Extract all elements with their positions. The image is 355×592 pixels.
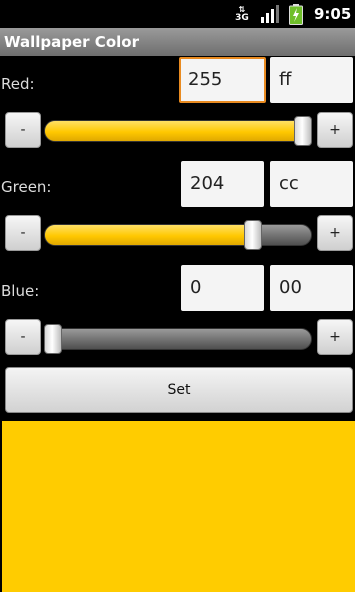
green-slider-thumb[interactable]: [244, 220, 262, 250]
blue-slider[interactable]: [44, 328, 312, 350]
red-slider[interactable]: [44, 120, 312, 142]
red-label: Red:: [1, 75, 35, 93]
green-minus-button[interactable]: -: [5, 215, 41, 251]
blue-decimal-field[interactable]: 0: [181, 265, 264, 311]
status-bar: ⇅ 3G 9:05: [0, 0, 355, 28]
color-preview: [2, 421, 355, 592]
blue-plus-button[interactable]: +: [317, 319, 353, 355]
network-3g-icon: ⇅ 3G: [235, 5, 249, 23]
red-minus-button[interactable]: -: [5, 112, 41, 148]
battery-charging-icon: [289, 4, 303, 25]
blue-hex-field[interactable]: 00: [270, 265, 353, 311]
blue-slider-thumb[interactable]: [44, 324, 62, 354]
title-bar: Wallpaper Color: [0, 28, 355, 56]
set-button[interactable]: Set: [5, 367, 353, 413]
green-label: Green:: [1, 178, 52, 196]
red-decimal-field[interactable]: 255: [179, 57, 266, 103]
blue-minus-button[interactable]: -: [5, 319, 41, 355]
green-decimal-field[interactable]: 204: [181, 161, 264, 207]
green-slider[interactable]: [44, 224, 312, 246]
blue-label: Blue:: [1, 282, 40, 300]
signal-icon: [261, 5, 279, 23]
network-label: 3G: [235, 13, 249, 23]
red-slider-fill: [45, 121, 304, 141]
red-plus-button[interactable]: +: [317, 112, 353, 148]
green-slider-fill: [45, 225, 254, 245]
red-slider-thumb[interactable]: [294, 116, 312, 146]
green-plus-button[interactable]: +: [317, 215, 353, 251]
app-title: Wallpaper Color: [4, 33, 139, 51]
green-hex-field[interactable]: cc: [270, 161, 353, 207]
red-hex-field[interactable]: ff: [270, 57, 353, 103]
clock: 9:05: [314, 5, 352, 23]
